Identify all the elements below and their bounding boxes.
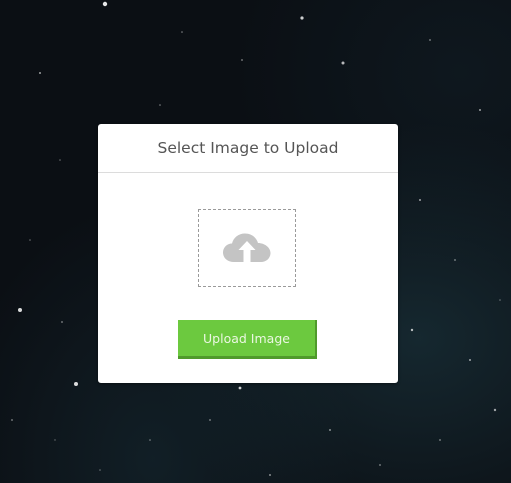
image-dropzone[interactable] [198,209,296,287]
starfield-background: Select Image to Upload Upload Image [0,0,511,483]
cloud-upload-icon [223,233,271,262]
upload-image-button[interactable]: Upload Image [178,320,317,359]
upload-dialog: Select Image to Upload Upload Image [98,124,398,383]
dialog-header: Select Image to Upload [98,124,398,173]
dialog-title: Select Image to Upload [157,139,339,157]
